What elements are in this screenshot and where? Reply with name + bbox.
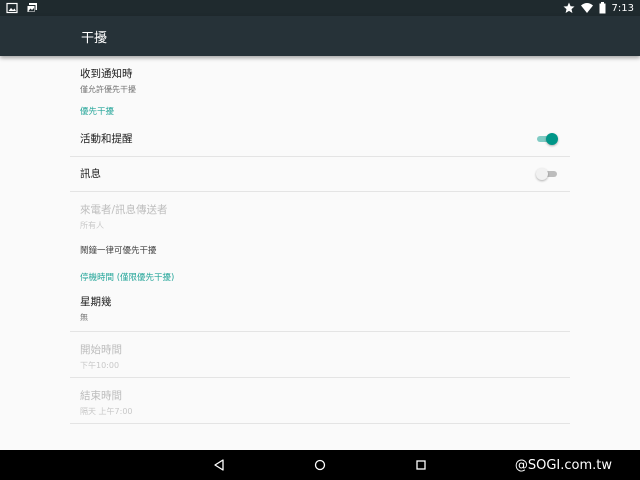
app-bar: 干擾 bbox=[0, 16, 640, 56]
events-reminders-toggle[interactable] bbox=[537, 133, 558, 145]
days-summary: 無 bbox=[80, 313, 88, 322]
end-time-title: 結束時間 bbox=[80, 390, 122, 402]
alarms-note-text: 鬧鐘一律可優先干擾 bbox=[80, 246, 157, 256]
callers-summary: 所有人 bbox=[80, 221, 104, 230]
receive-notifications-setting[interactable]: 收到通知時 僅允許優先干擾 bbox=[70, 58, 570, 102]
navigation-bar: @SOGI.com.tw bbox=[0, 450, 640, 480]
photo-stack-icon bbox=[26, 2, 38, 14]
home-icon[interactable] bbox=[310, 455, 330, 475]
page-title: 干擾 bbox=[81, 31, 108, 46]
events-reminders-title: 活動和提醒 bbox=[80, 133, 133, 145]
status-bar: 7:13 bbox=[0, 0, 640, 16]
messages-setting[interactable]: 訊息 bbox=[70, 157, 570, 192]
back-icon[interactable] bbox=[209, 455, 229, 475]
wifi-icon bbox=[580, 2, 593, 14]
start-time-setting: 開始時間 下午10:00 bbox=[70, 332, 570, 378]
toggle-thumb bbox=[536, 168, 548, 180]
downtime-section-header: 停機時間 (僅限優先干擾) bbox=[80, 273, 175, 283]
settings-list: 收到通知時 僅允許優先干擾 優先干擾 活動和提醒 訊息 來電者/訊息傳送者 所有… bbox=[70, 58, 570, 424]
events-reminders-setting[interactable]: 活動和提醒 bbox=[70, 122, 570, 157]
callers-setting: 來電者/訊息傳送者 所有人 bbox=[70, 192, 570, 236]
alarms-note: 鬧鐘一律可優先干擾 bbox=[70, 236, 570, 266]
toggle-thumb bbox=[546, 133, 558, 145]
image-icon bbox=[6, 2, 18, 14]
start-time-summary: 下午10:00 bbox=[80, 361, 120, 370]
star-icon bbox=[563, 2, 575, 14]
watermark: @SOGI.com.tw bbox=[514, 458, 612, 473]
messages-title: 訊息 bbox=[80, 168, 101, 180]
recents-icon[interactable] bbox=[411, 455, 431, 475]
receive-notifications-summary: 僅允許優先干擾 bbox=[80, 85, 136, 94]
days-setting[interactable]: 星期幾 無 bbox=[70, 290, 570, 332]
end-time-summary: 隔天 上午7:00 bbox=[80, 407, 133, 416]
start-time-title: 開始時間 bbox=[80, 344, 122, 356]
battery-icon bbox=[599, 2, 606, 14]
priority-section-header: 優先干擾 bbox=[80, 107, 115, 117]
status-time: 7:13 bbox=[611, 2, 634, 14]
receive-notifications-title: 收到通知時 bbox=[80, 68, 133, 80]
messages-toggle[interactable] bbox=[536, 168, 557, 180]
end-time-setting: 結束時間 隔天 上午7:00 bbox=[70, 378, 570, 424]
days-title: 星期幾 bbox=[80, 296, 112, 308]
callers-title: 來電者/訊息傳送者 bbox=[80, 204, 168, 216]
